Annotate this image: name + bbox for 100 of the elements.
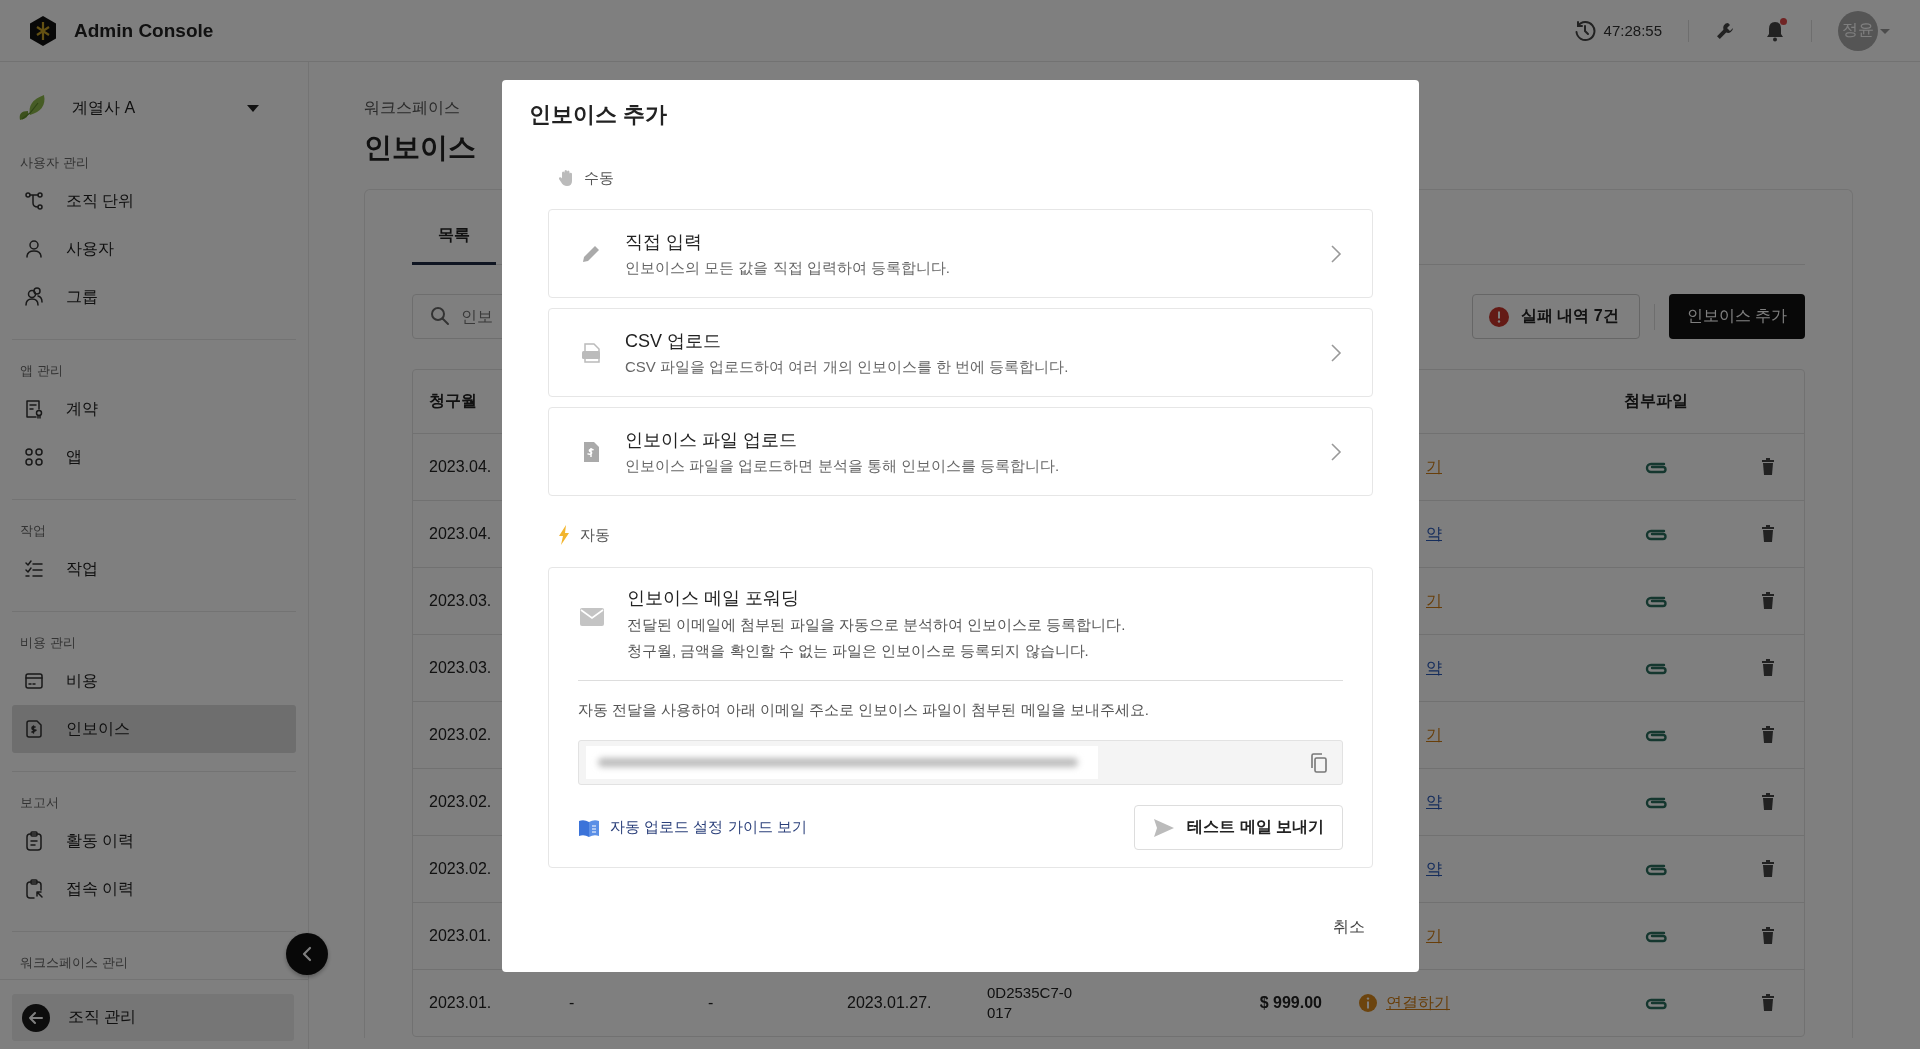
paperclip-icon (1644, 996, 1668, 1010)
breadcrumb: 워크스페이스 (364, 98, 460, 118)
sidebar-item[interactable]: 앱 (12, 433, 296, 481)
contract-link[interactable]: 약 (1426, 657, 1442, 679)
table-cell-text: 2023.04. (428, 525, 493, 543)
contract-link[interactable]: 약 (1426, 791, 1442, 813)
page-title: 인보이스 (364, 131, 477, 165)
option-title: 인보이스 파일 업로드 (625, 428, 798, 452)
sidebar-item[interactable]: 활동 이력 (12, 817, 296, 865)
trash-icon (1761, 726, 1775, 744)
option-description: CSV 파일을 업로드하여 여러 개의 인보이스를 한 번에 등록합니다. (625, 357, 1070, 377)
contract-link[interactable]: 약 (1426, 858, 1442, 880)
error-icon (1488, 306, 1509, 327)
invoice-icon (24, 719, 44, 739)
chevron-right-icon (1330, 243, 1342, 264)
wrench-icon (1715, 20, 1735, 41)
users-icon (24, 287, 44, 307)
back-link[interactable]: 조직 관리 (12, 994, 294, 1041)
collapse-button[interactable] (286, 933, 328, 975)
lightning-icon (558, 525, 570, 545)
card-icon (24, 671, 44, 691)
option-description: 인보이스의 모든 값을 직접 입력하여 등록합니다. (625, 258, 951, 278)
email-address-field[interactable] (578, 740, 1343, 785)
trash-icon (1761, 458, 1775, 476)
section-label: 작업 (19, 522, 47, 540)
sidebar-item[interactable]: 계약 (12, 385, 296, 433)
table-cell-text: 0D2535C7-0017 (986, 983, 1074, 1023)
clipboard-icon (24, 879, 44, 899)
sidebar-item[interactable]: 사용자 (12, 225, 296, 273)
paperclip-icon (1644, 929, 1668, 943)
trash-icon (1761, 927, 1775, 945)
chevron-left-icon (301, 946, 313, 962)
sidebar-item[interactable]: 인보이스 (12, 705, 296, 753)
send-test-email-button[interactable]: 테스트 메일 보내기 (1134, 805, 1343, 850)
guide-link[interactable]: 자동 업로드 설정 가이드 보기 (578, 818, 807, 837)
column-header: 첨부파일 (1623, 391, 1689, 411)
history-icon (1573, 19, 1596, 42)
sidebar-item[interactable]: 작업 (12, 545, 296, 593)
paperclip-icon (1644, 594, 1668, 608)
table-cell-text: $ 999.00 (1258, 994, 1323, 1012)
section-label: 앱 관리 (19, 362, 64, 380)
tab[interactable]: 목록 (412, 190, 496, 265)
table-cell-text: 2023.01. (428, 927, 493, 945)
csv-file-icon (580, 341, 602, 364)
trash-icon (1761, 994, 1775, 1012)
table-cell-text: 2023.03. (428, 592, 493, 610)
checklist-icon (24, 559, 44, 579)
grid-icon (24, 447, 44, 467)
contract-link[interactable]: 약 (1426, 523, 1442, 545)
bell-icon (1765, 19, 1785, 42)
table-cell-text: 2023.03. (428, 659, 493, 677)
organization-switcher[interactable]: 계열사 A (0, 86, 308, 130)
hand-icon (558, 169, 574, 187)
organization-name: 계열사 A (72, 97, 137, 118)
trash-icon (1761, 860, 1775, 878)
sidebar-item[interactable]: 그룹 (12, 273, 296, 321)
table-cell-text: 2023.02. (428, 793, 493, 811)
option-card[interactable]: 인보이스 파일 업로드 인보이스 파일을 업로드하면 분석을 통해 인보이스를 등록합니다. (548, 407, 1373, 496)
table-cell-text: 2023.01.27. (846, 994, 933, 1012)
option-card[interactable]: CSV 업로드 CSV 파일을 업로드하여 여러 개의 인보이스를 한 번에 등록합니다. (548, 308, 1373, 397)
paperclip-icon (1644, 460, 1668, 474)
section-label: 수동 (584, 168, 614, 188)
failed-history-button[interactable]: 실패 내역 7건 (1471, 294, 1640, 339)
sidebar-item[interactable]: 조직 단위 (12, 177, 296, 225)
table-cell-text: 2023.02. (428, 726, 493, 744)
instruction-text: 자동 전달을 사용하여 아래 이메일 주소로 인보이스 파일이 첨부된 메일을 보내주세요. (578, 701, 1150, 720)
search-icon (430, 306, 450, 326)
clipboard-icon (24, 831, 44, 851)
session-timer: 47:28:55 (1603, 22, 1662, 39)
option-description: 인보이스 파일을 업로드하면 분석을 통해 인보이스를 등록합니다. (625, 456, 1061, 476)
table-cell-text: 2023.01. (428, 994, 493, 1012)
trash-icon (1761, 525, 1775, 543)
sidebar-item[interactable]: 비용 (12, 657, 296, 705)
add-invoice-button[interactable]: 인보이스 추가 (1668, 294, 1805, 339)
card-description: 전달된 이메일에 첨부된 파일을 자동으로 분석하여 인보이스로 등록합니다. (627, 615, 1126, 635)
chevron-right-icon (1330, 441, 1342, 462)
paperclip-icon (1644, 661, 1668, 675)
paperclip-icon (1644, 795, 1668, 809)
trash-icon (1761, 592, 1775, 610)
logo-icon (28, 14, 58, 47)
tree-icon (24, 191, 44, 211)
option-card[interactable]: 직접 입력 인보이스의 모든 값을 직접 입력하여 등록합니다. (548, 209, 1373, 298)
chevron-right-icon (1330, 342, 1342, 363)
caret-icon (246, 103, 260, 113)
app-title: Admin Console (74, 19, 214, 42)
user-icon (24, 239, 44, 259)
option-title: 직접 입력 (625, 230, 703, 254)
section-label: 비용 관리 (19, 634, 77, 652)
cancel-button[interactable]: 취소 (1321, 913, 1377, 942)
envelope-icon (580, 608, 604, 626)
section-label: 보고서 (19, 794, 60, 812)
document-icon (24, 399, 44, 419)
send-icon (1153, 817, 1176, 838)
sidebar-item[interactable]: 접속 이력 (12, 865, 296, 913)
column-header: 청구월 (428, 391, 478, 411)
table-cell-text: 2023.02. (428, 860, 493, 878)
copy-icon (1310, 752, 1328, 773)
option-title: CSV 업로드 (625, 329, 722, 353)
paperclip-icon (1644, 527, 1668, 541)
section-label: 자동 (580, 525, 610, 545)
